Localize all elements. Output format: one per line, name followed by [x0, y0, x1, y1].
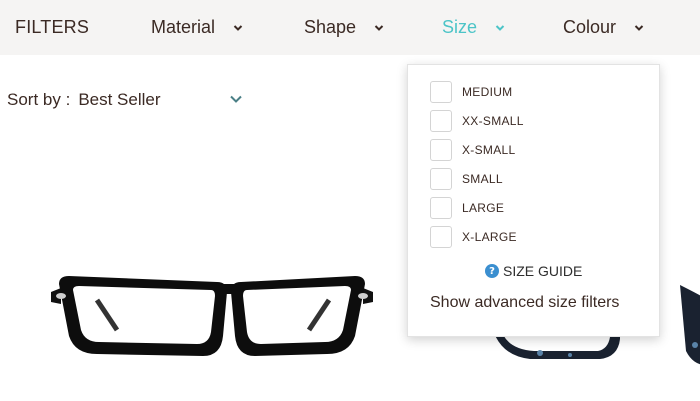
filter-size-label: Size	[442, 17, 478, 37]
filter-material[interactable]: Material	[151, 0, 243, 55]
advanced-size-filters-link[interactable]: Show advanced size filters	[430, 294, 619, 312]
size-dropdown-panel: MEDIUM XX-SMALL X-SMALL SMALL LARGE X-LA…	[407, 64, 660, 337]
size-option-label: X-LARGE	[462, 230, 517, 244]
filter-colour-label: Colour	[563, 17, 617, 37]
size-option-label: SMALL	[462, 172, 503, 186]
checkbox[interactable]	[430, 226, 452, 248]
chevron-down-icon[interactable]	[229, 91, 243, 105]
size-option-label: XX-SMALL	[462, 114, 524, 128]
checkbox[interactable]	[430, 168, 452, 190]
filter-colour[interactable]: Colour	[563, 0, 644, 55]
size-option-small[interactable]: SMALL	[430, 168, 503, 190]
product-image-black-glasses[interactable]	[47, 270, 377, 370]
size-option-x-small[interactable]: X-SMALL	[430, 139, 515, 161]
sort-label: Sort by :	[7, 90, 71, 109]
size-option-label: LARGE	[462, 201, 505, 215]
size-option-large[interactable]: LARGE	[430, 197, 504, 219]
checkbox[interactable]	[430, 110, 452, 132]
filter-bar: FILTERS Material Shape Size Colour	[0, 0, 700, 55]
chevron-down-icon	[495, 23, 505, 33]
filters-title-label: FILTERS	[15, 17, 90, 37]
size-option-x-large[interactable]: X-LARGE	[430, 226, 517, 248]
size-option-xx-small[interactable]: XX-SMALL	[430, 110, 524, 132]
checkbox[interactable]	[430, 197, 452, 219]
size-guide-link[interactable]: ? SIZE GUIDE	[485, 263, 582, 279]
chevron-down-icon	[233, 23, 243, 33]
size-option-label: X-SMALL	[462, 143, 516, 157]
size-option-medium[interactable]: MEDIUM	[430, 81, 512, 103]
sort-value[interactable]: Best Seller	[78, 90, 160, 110]
filter-material-label: Material	[151, 17, 216, 37]
chevron-down-icon	[374, 23, 384, 33]
size-guide-label: SIZE GUIDE	[503, 263, 583, 279]
chevron-down-icon	[634, 23, 644, 33]
checkbox[interactable]	[430, 139, 452, 161]
filter-shape-label: Shape	[304, 17, 357, 37]
question-circle-icon: ?	[485, 264, 499, 278]
size-option-label: MEDIUM	[462, 85, 513, 99]
filter-size[interactable]: Size	[442, 0, 505, 55]
filter-shape[interactable]: Shape	[304, 0, 384, 55]
filters-title: FILTERS	[15, 0, 89, 55]
checkbox[interactable]	[430, 81, 452, 103]
sort-control[interactable]: Sort by : Best Seller	[7, 88, 242, 112]
